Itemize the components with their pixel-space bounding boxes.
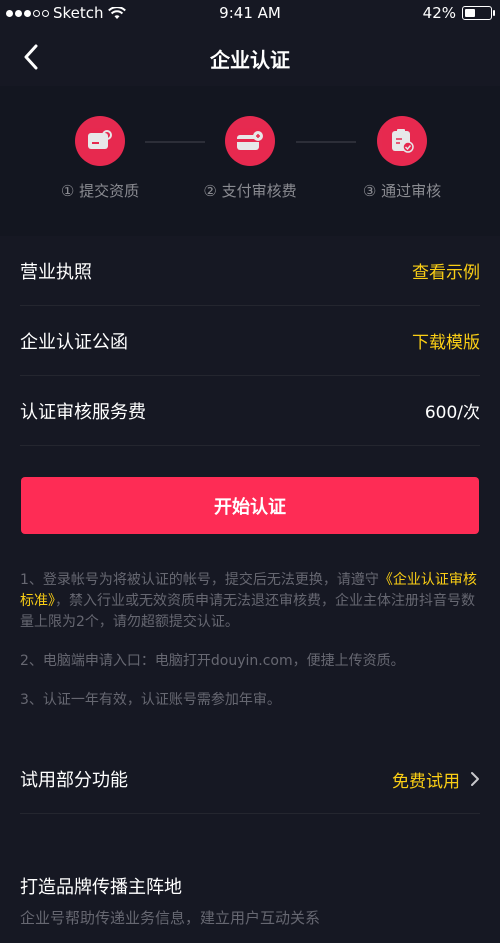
row-business-license: 营业执照 查看示例 xyxy=(20,236,480,306)
requirements-list: 营业执照 查看示例 企业认证公函 下载模版 认证审核服务费 600/次 xyxy=(0,236,500,446)
step-label: ② 支付审核费 xyxy=(203,182,297,200)
battery-status: 42% xyxy=(422,4,495,22)
note-text: ，禁入行业或无效资质申请无法退还审核费，企业主体注册抖音号数量上限为2个，请勿超… xyxy=(20,593,475,630)
step-label: ① 提交资质 xyxy=(60,182,140,200)
battery-percent: 42% xyxy=(422,4,456,22)
note-text: 1、登录帐号为将被认证的帐号，提交后无法更换，请遵守 xyxy=(20,572,379,588)
note-3: 3、认证一年有效，认证账号需参加年审。 xyxy=(20,692,281,708)
row-certification-letter: 企业认证公函 下载模版 xyxy=(20,306,480,376)
approved-icon xyxy=(377,116,427,166)
notes: 1、登录帐号为将被认证的帐号，提交后无法更换，请遵守《企业认证审核标准》，禁入行… xyxy=(20,570,480,729)
page-title: 企业认证 xyxy=(210,48,290,72)
step-label: ③ 通过审核 xyxy=(362,182,442,200)
free-trial-link[interactable]: 免费试用 xyxy=(392,767,460,792)
note-2: 2、电脑端申请入口：电脑打开douyin.com，便捷上传资质。 xyxy=(20,653,405,669)
document-icon xyxy=(75,116,125,166)
note-1: 1、登录帐号为将被认证的帐号，提交后无法更换，请遵守《企业认证审核标准》，禁入行… xyxy=(20,570,480,633)
free-trial-action[interactable]: 免费试用 xyxy=(392,767,480,792)
progress-steps: ① 提交资质 ② 支付审核费 ③ 通过审核 xyxy=(0,86,500,236)
card-icon xyxy=(225,116,275,166)
brand-title: 打造品牌传播主阵地 xyxy=(20,877,182,898)
start-certification-button[interactable]: 开始认证 xyxy=(21,477,479,534)
brand-description: 企业号帮助传递业务信息，建立用户互动关系 xyxy=(20,909,321,927)
status-bar: Sketch 9:41 AM 42% xyxy=(0,0,500,28)
step-submit: ① 提交资质 xyxy=(30,116,170,201)
download-template-link[interactable]: 下载模版 xyxy=(412,328,480,353)
row-label: 企业认证公函 xyxy=(20,331,128,353)
row-service-fee: 认证审核服务费 600/次 xyxy=(20,376,480,446)
trial-row[interactable]: 试用部分功能 免费试用 xyxy=(20,745,480,814)
view-example-link[interactable]: 查看示例 xyxy=(412,258,480,283)
battery-icon xyxy=(462,6,495,20)
brand-section: 打造品牌传播主阵地 企业号帮助传递业务信息，建立用户互动关系 xyxy=(20,873,480,928)
step-approved: ③ 通过审核 xyxy=(332,116,472,201)
row-label: 认证审核服务费 xyxy=(20,401,146,423)
nav-bar: 企业认证 xyxy=(0,28,500,86)
step-pay: ② 支付审核费 xyxy=(180,116,320,201)
fee-value: 600/次 xyxy=(424,403,480,423)
chevron-right-icon xyxy=(471,772,479,786)
row-label: 营业执照 xyxy=(20,261,92,283)
trial-label: 试用部分功能 xyxy=(20,770,128,791)
